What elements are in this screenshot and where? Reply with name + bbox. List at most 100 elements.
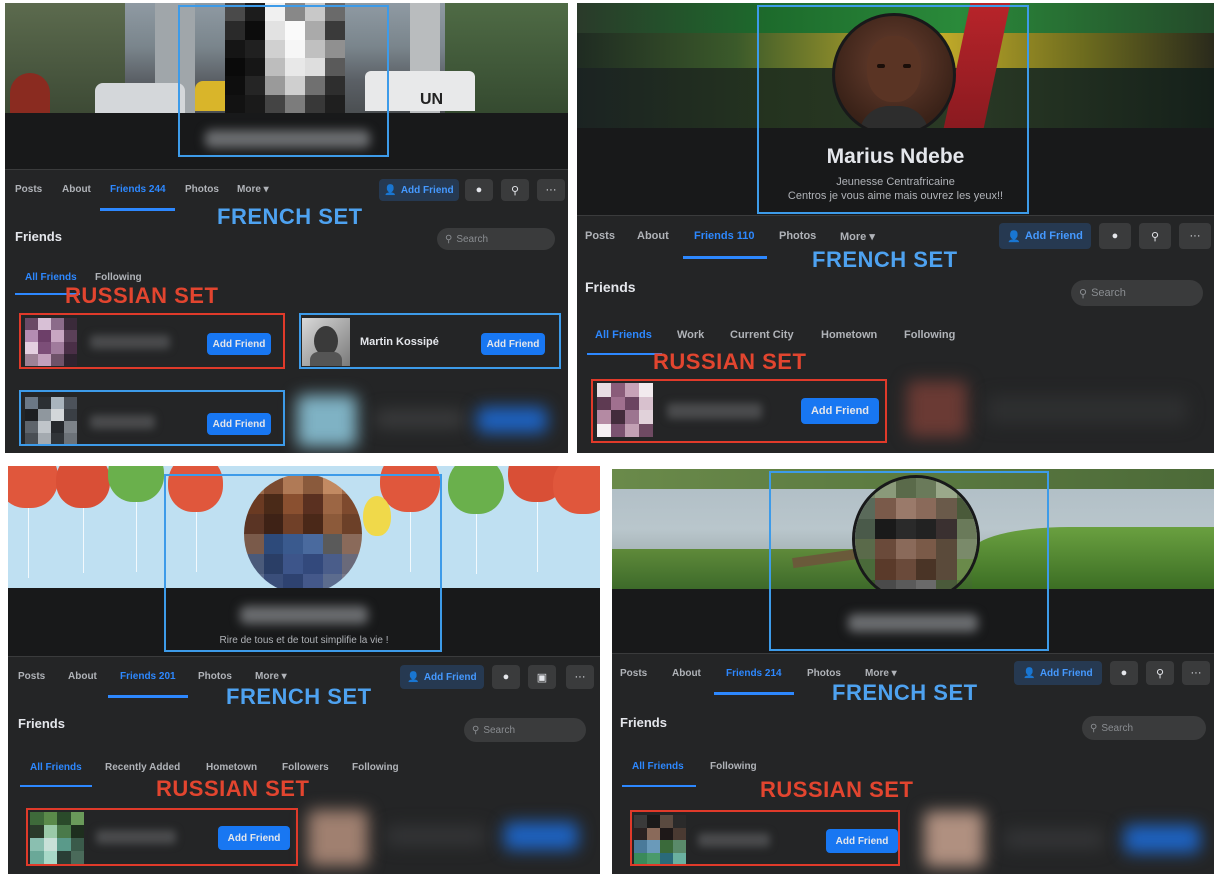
tab-friends[interactable]: Friends 244 xyxy=(110,184,166,195)
tab-all-friends-underline xyxy=(20,785,92,787)
friend-avatar-martin[interactable] xyxy=(302,318,350,366)
messenger-icon: ● xyxy=(502,671,510,683)
person-plus-icon: 👤 xyxy=(384,184,397,196)
friend-name-blurred xyxy=(667,403,762,419)
add-friend-button[interactable]: 👤 Add Friend xyxy=(1014,661,1102,685)
tab-all-friends[interactable]: All Friends xyxy=(25,272,77,283)
tab-posts[interactable]: Posts xyxy=(585,230,615,242)
tab-all-friends[interactable]: All Friends xyxy=(595,329,652,341)
more-options-button[interactable]: ··· xyxy=(1179,223,1211,249)
tab-friends-underline xyxy=(108,695,188,698)
tab-about[interactable]: About xyxy=(62,184,91,195)
tab-hometown[interactable]: Hometown xyxy=(821,329,877,341)
friend-add-button[interactable]: Add Friend xyxy=(801,398,879,424)
messenger-button[interactable]: ● xyxy=(465,179,493,201)
friend-name-blurred xyxy=(90,335,170,349)
profile-name-blurred xyxy=(205,130,370,148)
friend-name-blurred xyxy=(698,833,770,847)
friends-search-input[interactable]: ⚲ Search xyxy=(437,228,555,250)
friend-add-button[interactable]: Add Friend xyxy=(481,333,545,355)
profile-picture-pixelated xyxy=(225,3,345,113)
search-icon: ⚲ xyxy=(1150,230,1160,243)
more-options-button[interactable]: ··· xyxy=(537,179,565,201)
friends-search-input[interactable]: ⚲ Search xyxy=(464,718,586,742)
friend-name[interactable]: Martin Kossipé xyxy=(360,336,439,348)
tab-friends-underline xyxy=(100,208,175,211)
friend-add-button[interactable]: Add Friend xyxy=(218,826,290,850)
friend-avatar-pixelated[interactable] xyxy=(25,397,77,445)
search-button[interactable]: ⚲ xyxy=(1146,661,1174,685)
friend-avatar-pixelated[interactable] xyxy=(634,815,686,865)
tab-friends-underline xyxy=(683,256,767,259)
add-friend-button[interactable]: 👤 Add Friend xyxy=(379,179,459,201)
tab-about[interactable]: About xyxy=(637,230,669,242)
friend-avatar-pixelated[interactable] xyxy=(30,812,84,864)
tab-following[interactable]: Following xyxy=(710,761,757,772)
panel-bottom-right: Posts About Friends 214 Photos More ▾ 👤 A… xyxy=(612,469,1214,874)
camera-button[interactable]: ▣ xyxy=(528,665,556,689)
tab-friends[interactable]: Friends 201 xyxy=(120,671,176,682)
tab-posts[interactable]: Posts xyxy=(18,671,45,682)
messenger-button[interactable]: ● xyxy=(1099,223,1131,249)
friends-title: Friends xyxy=(15,229,62,244)
tab-all-friends[interactable]: All Friends xyxy=(30,762,82,773)
friend-card-blurred xyxy=(386,826,486,846)
tab-photos[interactable]: Photos xyxy=(779,230,816,242)
friend-add-button[interactable]: Add Friend xyxy=(826,829,898,853)
friend-avatar-pixelated[interactable] xyxy=(597,383,653,437)
messenger-button[interactable]: ● xyxy=(492,665,520,689)
tab-posts[interactable]: Posts xyxy=(620,668,647,679)
friends-search-input[interactable]: ⚲ Search xyxy=(1082,716,1206,740)
friends-title: Friends xyxy=(620,715,667,730)
tab-friends[interactable]: Friends 110 xyxy=(694,230,755,242)
tab-following[interactable]: Following xyxy=(352,762,399,773)
tab-current-city[interactable]: Current City xyxy=(730,329,794,341)
tab-following[interactable]: Following xyxy=(904,329,955,341)
add-friend-button[interactable]: 👤 Add Friend xyxy=(400,665,484,689)
tab-photos[interactable]: Photos xyxy=(185,184,219,195)
tab-photos[interactable]: Photos xyxy=(198,671,232,682)
tab-about[interactable]: About xyxy=(68,671,97,682)
label-french-set: FRENCH SET xyxy=(226,684,372,709)
label-french-set: FRENCH SET xyxy=(832,680,978,705)
ellipsis-icon: ··· xyxy=(1189,230,1201,242)
tab-more[interactable]: More ▾ xyxy=(255,671,287,682)
friends-title: Friends xyxy=(585,279,636,295)
tab-about[interactable]: About xyxy=(672,668,701,679)
profile-picture-pixelated xyxy=(244,474,362,594)
search-icon: ⚲ xyxy=(445,233,453,245)
friend-avatar-pixelated[interactable] xyxy=(25,318,77,366)
tab-following[interactable]: Following xyxy=(95,272,142,283)
messenger-button[interactable]: ● xyxy=(1110,661,1138,685)
friend-add-button[interactable]: Add Friend xyxy=(207,333,271,355)
tab-photos[interactable]: Photos xyxy=(807,668,841,679)
camera-icon: ▣ xyxy=(536,671,548,684)
tab-all-friends[interactable]: All Friends xyxy=(632,761,684,772)
tab-hometown[interactable]: Hometown xyxy=(206,762,257,773)
profile-picture-pixelated xyxy=(852,475,980,603)
tab-followers[interactable]: Followers xyxy=(282,762,329,773)
search-icon: ⚲ xyxy=(1155,667,1165,680)
tab-posts[interactable]: Posts xyxy=(15,184,42,195)
friend-add-button[interactable]: Add Friend xyxy=(207,413,271,435)
panel-top-left: UN Posts About Friends 244 Photos More ▾… xyxy=(5,3,568,453)
tab-work[interactable]: Work xyxy=(677,329,704,341)
tab-more[interactable]: More ▾ xyxy=(237,184,269,195)
friends-title: Friends xyxy=(18,716,65,731)
profile-name: Marius Ndebe xyxy=(826,145,965,168)
friends-search-input[interactable]: ⚲ Search xyxy=(1071,280,1203,306)
tab-more[interactable]: More ▾ xyxy=(865,668,897,679)
tab-recently-added[interactable]: Recently Added xyxy=(105,762,180,773)
more-options-button[interactable]: ··· xyxy=(566,665,594,689)
tab-more[interactable]: More ▾ xyxy=(840,230,875,243)
tab-friends[interactable]: Friends 214 xyxy=(726,668,782,679)
add-friend-button[interactable]: 👤 Add Friend xyxy=(999,223,1091,249)
friend-name-blurred xyxy=(90,415,155,429)
search-button[interactable]: ⚲ xyxy=(1139,223,1171,249)
search-icon: ⚲ xyxy=(1079,287,1088,300)
search-button[interactable]: ⚲ xyxy=(501,179,529,201)
more-options-button[interactable]: ··· xyxy=(1182,661,1210,685)
person-plus-icon: 👤 xyxy=(1023,667,1036,679)
profile-header xyxy=(577,128,1214,218)
messenger-icon: ● xyxy=(475,184,483,196)
